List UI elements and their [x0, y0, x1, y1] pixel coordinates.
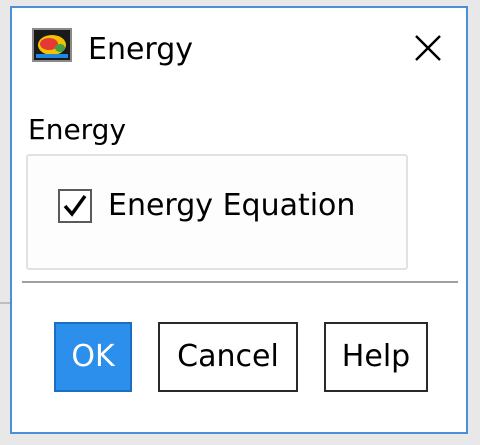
fluent-app-icon [34, 30, 70, 60]
checkmark-icon [63, 194, 87, 217]
title-bar: Energy [12, 8, 466, 84]
energy-equation-label: Energy Equation [108, 188, 356, 223]
ok-button[interactable]: OK [54, 322, 132, 392]
energy-equation-option[interactable]: Energy Equation [58, 188, 355, 224]
energy-dialog: Energy Energy Energy Equation OK Cancel … [10, 6, 468, 434]
section-label: Energy [28, 113, 127, 146]
help-button[interactable]: Help [324, 322, 428, 392]
energy-equation-checkbox[interactable] [58, 189, 92, 223]
close-button[interactable] [408, 28, 448, 68]
close-icon [415, 35, 441, 61]
energy-group-box: Energy Equation [26, 154, 408, 270]
button-separator [22, 281, 458, 283]
app-icon [32, 28, 72, 62]
cancel-button[interactable]: Cancel [158, 322, 298, 392]
window-title: Energy [88, 32, 194, 67]
